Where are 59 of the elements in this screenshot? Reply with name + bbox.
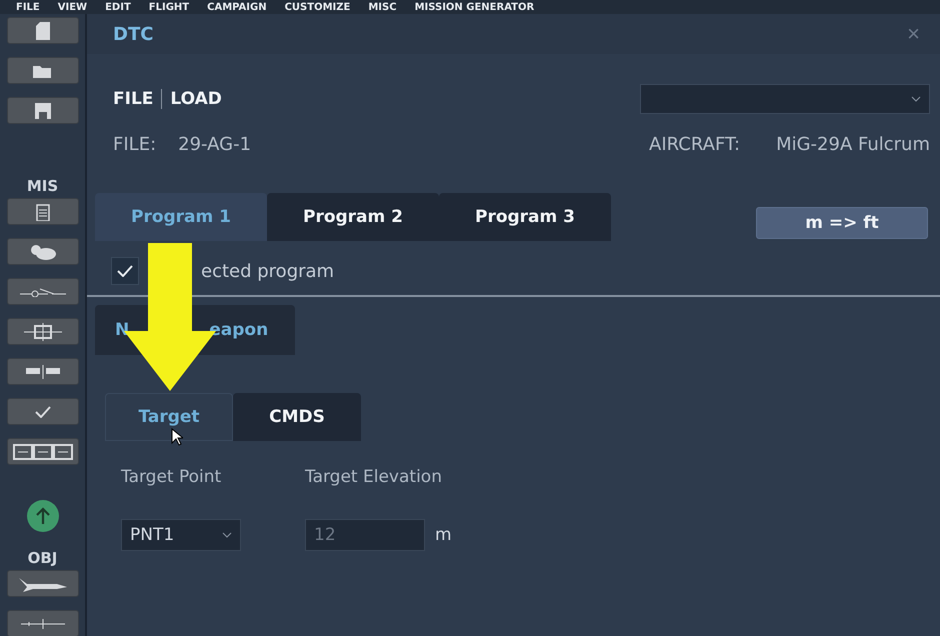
ruler-icon xyxy=(20,618,64,628)
checkbox[interactable] xyxy=(111,257,139,285)
field-label: Target Elevation xyxy=(305,467,443,487)
sub-tab[interactable]: Target xyxy=(105,393,233,441)
file-name: 29-AG-1 xyxy=(178,134,252,155)
toolbar-button[interactable] xyxy=(6,398,78,425)
chain-icon xyxy=(12,444,72,460)
crosshair-icon xyxy=(24,322,62,340)
sidebar-heading: OBJ xyxy=(28,549,58,567)
floppy-icon xyxy=(34,102,50,118)
toolbar-button[interactable] xyxy=(6,610,78,636)
program-tab[interactable]: Program 2 xyxy=(267,193,439,241)
cursor-icon xyxy=(171,428,183,446)
flags-icon xyxy=(26,364,60,378)
dialog-title: DTC xyxy=(113,24,154,44)
convert-units-button[interactable]: m => ft xyxy=(756,207,928,239)
unit-label: m xyxy=(435,525,452,545)
switch-icon xyxy=(20,286,66,296)
toolbar-button[interactable] xyxy=(6,238,78,265)
menu-item[interactable]: FILE xyxy=(16,2,40,12)
toolbar-button[interactable] xyxy=(6,198,78,225)
aircraft-label: AIRCRAFT: xyxy=(649,134,740,155)
toolbar-button[interactable] xyxy=(6,318,78,345)
menu-item[interactable]: MISSION GENERATOR xyxy=(414,2,534,12)
file-label: FILE: xyxy=(113,134,156,155)
arrow-up-icon xyxy=(36,507,50,525)
toolbar-button[interactable] xyxy=(6,17,78,44)
chevron-down-icon xyxy=(222,532,232,538)
menu-item[interactable]: MISC xyxy=(368,2,397,12)
cloud-icon xyxy=(30,244,56,260)
document-icon xyxy=(36,22,50,40)
check-icon xyxy=(34,406,50,418)
toolbar-button[interactable] xyxy=(6,97,78,124)
folder-icon xyxy=(32,64,52,78)
sidebar-heading: MIS xyxy=(26,177,58,195)
check-icon xyxy=(117,265,133,277)
field-label: Target Point xyxy=(121,467,222,487)
menu-item[interactable]: VIEW xyxy=(58,2,88,12)
program-tab[interactable]: Program 1 xyxy=(95,193,267,241)
toolbar-button[interactable] xyxy=(6,438,78,465)
chevron-down-icon xyxy=(911,96,921,102)
program-tab[interactable]: Program 3 xyxy=(439,193,611,241)
jet-icon xyxy=(18,576,66,592)
menu-item[interactable]: FLIGHT xyxy=(148,2,190,12)
menu-item[interactable]: FILE xyxy=(113,89,162,109)
menu-item[interactable]: CAMPAIGN xyxy=(207,2,267,12)
menu-item[interactable]: LOAD xyxy=(161,89,230,109)
upload-button[interactable] xyxy=(26,500,58,532)
toolbar-button[interactable] xyxy=(6,57,78,84)
menu-item[interactable]: CUSTOMIZE xyxy=(284,2,350,12)
target-point-select[interactable]: PNT1 xyxy=(121,519,241,551)
aircraft-name: MiG-29A Fulcrum xyxy=(776,134,930,155)
clipboard-icon xyxy=(36,202,50,220)
sub-tab[interactable]: CMDS xyxy=(233,393,361,441)
checkbox-label: ected program xyxy=(201,260,334,282)
toolbar-button[interactable] xyxy=(6,358,78,385)
toolbar-button[interactable] xyxy=(6,570,78,597)
menu-item[interactable]: EDIT xyxy=(105,2,131,12)
toolbar-button[interactable] xyxy=(6,278,78,305)
